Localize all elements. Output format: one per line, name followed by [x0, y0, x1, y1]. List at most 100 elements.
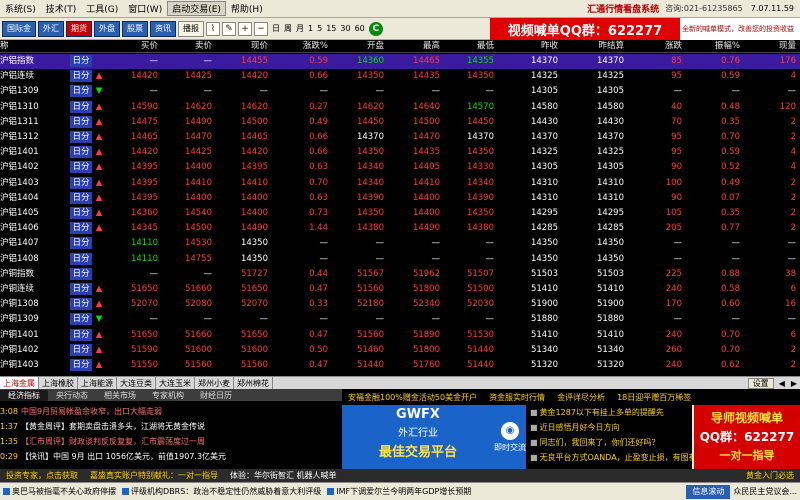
qq-group-banner[interactable]: 视频喊单QQ群：622277 [490, 18, 680, 40]
table-row[interactable]: 沪铝1405 日分 ▲ 14360 14540 14400 0.73 14350 14400 14… [0, 206, 800, 221]
market-tab-shanghai-energy[interactable]: 上海能源 [78, 376, 117, 390]
period-day[interactable]: 日 [272, 23, 280, 34]
period-week[interactable]: 周 [284, 23, 292, 34]
period-badge[interactable]: 日分 [70, 100, 92, 113]
col-prev-close-header[interactable]: 昨收 [494, 40, 558, 53]
news-item[interactable]: 3:08 中国9月贸易帐盈余收窄，出口大幅走弱 [0, 405, 342, 418]
period-badge[interactable]: 日分 [70, 85, 92, 98]
gold-beginner-link[interactable]: 黄金入门必选 [740, 470, 800, 481]
table-row[interactable]: 沪铝1310 日分 ▲ 14590 14620 14620 0.27 14620 14640 14… [0, 100, 800, 115]
period-badge[interactable]: 日分 [70, 237, 92, 250]
table-row[interactable]: 沪铝1312 日分 ▲ 14465 14470 14465 0.66 14370 14470 14… [0, 130, 800, 145]
period-badge[interactable]: 日分 [70, 313, 92, 326]
news-tab-calendar[interactable]: 财经日历 [192, 390, 240, 401]
market-tab-zhengzhou-cotton[interactable]: 郑州棉花 [234, 376, 273, 390]
news-item[interactable]: 1:35 【汇市周评】财政谈判反反复复，汇市震荡度过一周 [0, 435, 342, 448]
mentor-ad-banner[interactable]: 导师视频喊单 QQ群：622277 一对一指导 [694, 405, 800, 469]
tab-scroll-left-icon[interactable]: ◀ [776, 379, 788, 388]
period-badge[interactable]: 日分 [70, 359, 92, 371]
forum-item[interactable]: ■ 近日感悟月好今日方向 [530, 422, 692, 434]
period-badge[interactable]: 日分 [70, 328, 92, 341]
table-row[interactable]: 沪铝1401 日分 ▲ 14420 14425 14420 0.66 14350 14435 14… [0, 145, 800, 160]
col-open-header[interactable]: 开盘 [328, 40, 384, 53]
link-item[interactable]: 投资专家，点击获取 [0, 470, 84, 481]
menu-technical[interactable]: 技术(T) [41, 2, 82, 15]
forum-item[interactable]: ■ 黄金1287以下有挂上多单的提醒先 [530, 407, 692, 419]
market-tab-dalian-corn[interactable]: 大连玉米 [156, 376, 195, 390]
col-high-header[interactable]: 最高 [384, 40, 440, 53]
market-tab-shanghai-metals[interactable]: 上海金属 [0, 376, 39, 390]
table-row[interactable]: 沪铜1401 日分 ▲ 51650 51660 51650 0.47 51560 51890 51… [0, 328, 800, 343]
menu-system[interactable]: 系统(S) [0, 2, 41, 15]
menu-tools[interactable]: 工具(G) [81, 2, 123, 15]
gwfx-ad-banner[interactable]: GWFX 外汇行业 最佳交易平台 [342, 405, 494, 469]
market-tab-zhengzhou-wheat[interactable]: 郑州小麦 [195, 376, 234, 390]
menu-start-trading[interactable]: 启动交易(E) [167, 1, 226, 16]
toolbar-stocks-button[interactable]: 股票 [122, 20, 148, 37]
menu-window[interactable]: 窗口(W) [123, 2, 167, 15]
news-tab-experts[interactable]: 专家机构 [144, 390, 192, 401]
table-row[interactable]: 沪铝指数 日分 — — 14455 0.59 14360 14465 14355 14370 143… [0, 54, 800, 69]
info-scroll-label[interactable]: 信息滚动 [686, 484, 731, 499]
market-tab-dalian-beans[interactable]: 大连豆类 [117, 376, 156, 390]
news-tab-related-markets[interactable]: 相关市场 [96, 390, 144, 401]
news-item[interactable]: 1:37 【黄金周评】套期卖盘击溃多头，江湖将无黄金传说 [0, 420, 342, 433]
period-badge[interactable]: 日分 [70, 207, 92, 219]
col-low-header[interactable]: 最低 [440, 40, 494, 53]
table-row[interactable]: 沪铝1402 日分 ▲ 14395 14400 14395 0.63 14340 14405 14… [0, 160, 800, 175]
ticker-item[interactable]: 评级机构DBRS：政治不稳定性仍然威胁着意大利评级 [119, 486, 324, 497]
table-row[interactable]: 沪铝1309 日分 ▼ — — — — — — — 14305 14305 — — — [0, 84, 800, 99]
news-tab-central-bank[interactable]: 央行动态 [48, 390, 96, 401]
draw-icon[interactable]: ✎ [222, 21, 236, 36]
news-tab-economic-indicators[interactable]: 经济指标 [0, 389, 48, 401]
col-prev-settle-header[interactable]: 昨结算 [558, 40, 624, 53]
market-tab-shanghai-rubber[interactable]: 上海橡胶 [39, 376, 78, 390]
period-badge[interactable]: 日分 [70, 343, 92, 356]
period-badge[interactable]: 日分 [70, 146, 92, 159]
table-row[interactable]: 沪铝1404 日分 ▲ 14395 14400 14400 0.63 14390 14400 14… [0, 191, 800, 206]
period-badge[interactable]: 日分 [70, 70, 92, 83]
period-30min[interactable]: 30 [340, 24, 350, 33]
period-month[interactable]: 月 [296, 23, 304, 34]
period-5min[interactable]: 5 [317, 24, 322, 33]
ticker-item[interactable]: 奥巴马被指毫不关心政府停摆 [0, 486, 119, 497]
table-row[interactable]: 沪铜1308 日分 ▲ 52070 52080 52070 0.33 52180 52340 52… [0, 297, 800, 312]
zoom-out-icon[interactable]: − [254, 21, 268, 36]
toolbar-futures-button[interactable]: 期货 [66, 20, 92, 37]
period-badge[interactable]: 日分 [70, 222, 92, 235]
table-row[interactable]: 沪铝1406 日分 ▲ 14345 14500 14490 1.44 14380 14490 14… [0, 221, 800, 236]
table-row[interactable]: 沪铝1403 日分 ▲ 14395 14410 14410 0.70 14340 14410 14… [0, 176, 800, 191]
period-badge[interactable]: 日分 [70, 252, 92, 265]
toolbar-broadcast-button[interactable]: 播报 [178, 20, 204, 37]
col-current-header[interactable]: 现价 [212, 40, 268, 53]
period-1min[interactable]: 1 [308, 24, 313, 33]
promo-link[interactable]: 18日迎平赠百万稀签 [611, 392, 697, 403]
period-badge[interactable]: 日分 [70, 267, 92, 280]
period-badge[interactable]: 日分 [70, 283, 92, 295]
forum-item[interactable]: ■ 无良平台方式OANDA，止盈变止损，有图有 [530, 452, 692, 464]
link-item[interactable]: 体验：华尔街智汇 机器人喊单 [224, 470, 343, 481]
period-badge[interactable]: 日分 [70, 115, 92, 128]
table-row[interactable]: 沪铝连续 日分 ▲ 14420 14425 14420 0.66 14350 14435 1435… [0, 69, 800, 84]
table-row[interactable]: 沪铜指数 日分 — — 51727 0.44 51567 51962 51507 51503 515… [0, 267, 800, 282]
period-badge[interactable]: 日分 [70, 131, 92, 143]
promo-link[interactable]: 资金服实时行情 [483, 392, 551, 403]
ticker-item[interactable]: IMF下调爱尔兰今明两年GDP增长预期 [324, 486, 474, 497]
line-chart-icon[interactable]: ⌇ [206, 21, 220, 36]
toolbar-foreign-market-button[interactable]: 外盘 [94, 20, 120, 37]
col-amplitude-header[interactable]: 振幅% [682, 40, 740, 53]
zoom-in-icon[interactable]: + [238, 21, 252, 36]
col-diff-header[interactable]: 涨跌 [624, 40, 682, 53]
period-badge[interactable]: 日分 [70, 191, 92, 204]
col-change-header[interactable]: 涨跌% [268, 40, 328, 53]
toolbar-intl-gold-button[interactable]: 国际金 [2, 20, 36, 37]
period-badge[interactable]: 日分 [70, 298, 92, 311]
link-item[interactable]: 嘉盛真实账户特别献礼：一对一指导 [84, 470, 224, 481]
table-row[interactable]: 沪铜1309 日分 ▼ — — — — — — — 51880 51880 — — — [0, 312, 800, 327]
news-item[interactable]: 0:29 【快讯】中国 9月 出口 1056亿美元，前值1907.3亿美元 [0, 450, 342, 463]
period-60min[interactable]: 60 [355, 24, 365, 33]
promo-link[interactable]: 安福金融100%赠金活动50美金开户 [342, 392, 483, 403]
forum-item[interactable]: ■ 同志们，我回来了，你们还好吗？ [530, 437, 692, 449]
col-name-header[interactable]: 称 [0, 40, 70, 53]
refresh-icon[interactable]: C [368, 21, 383, 36]
